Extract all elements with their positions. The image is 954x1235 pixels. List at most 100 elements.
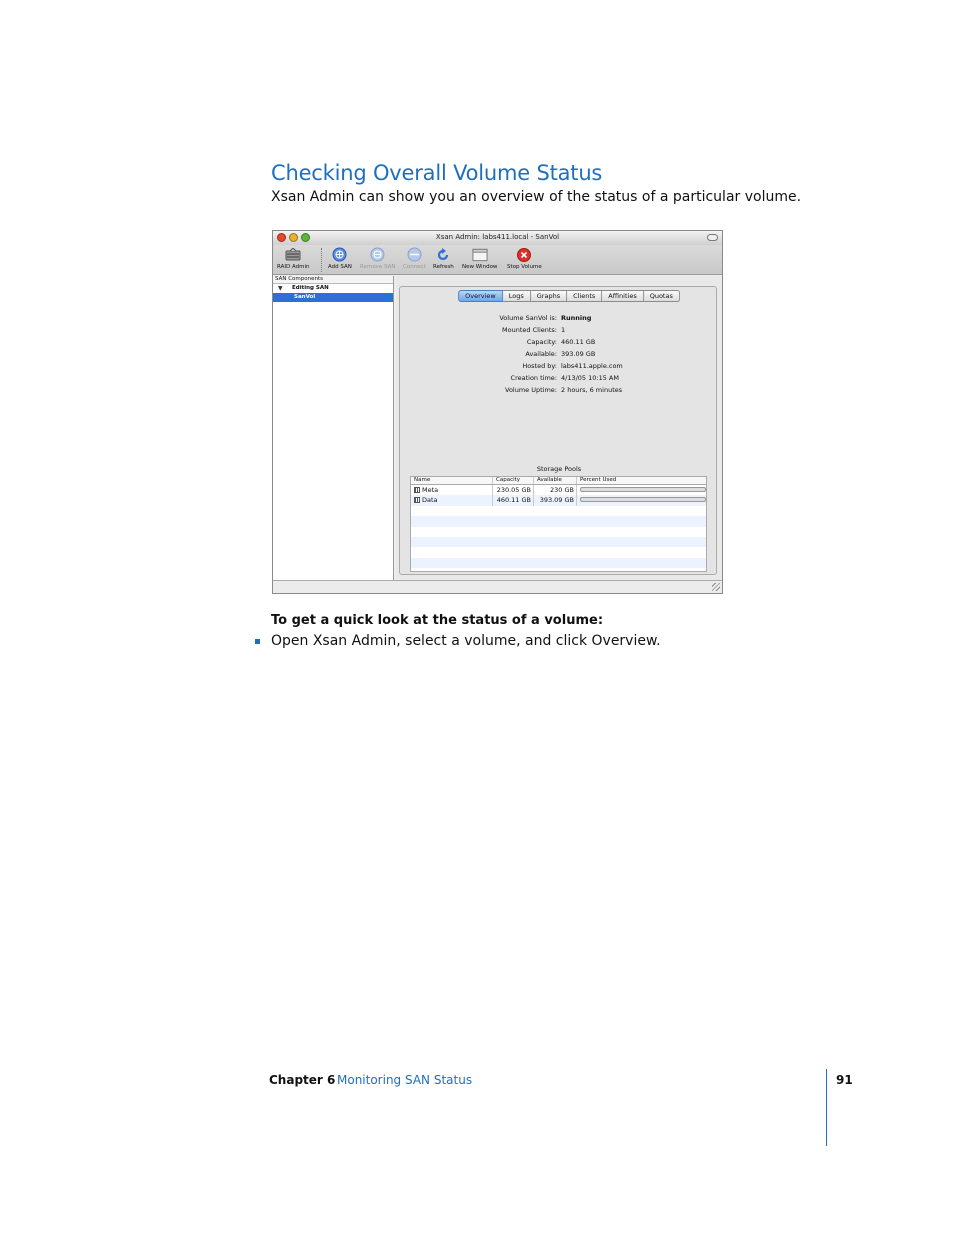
toolbar-label: Refresh — [433, 264, 454, 270]
pool-available: 230 GB — [534, 485, 577, 496]
info-key: Mounted Clients: — [502, 326, 557, 334]
pool-percent-used-cell — [577, 485, 706, 495]
toolbar-label: RAID Admin — [277, 264, 310, 270]
table-header: Name Capacity Available Percent Used — [411, 477, 706, 485]
window-statusbar — [273, 580, 722, 593]
window-titlebar[interactable]: Xsan Admin: labs411.local - SanVol — [273, 231, 722, 245]
toolbar-label: Connect — [403, 264, 426, 270]
info-row-available: Available: 393.09 GB — [400, 348, 718, 360]
san-components-sidebar: SAN Components ▼ Editing SAN SanVol — [273, 276, 394, 580]
pool-name: Data — [422, 496, 438, 505]
sidebar-item-label: SanVol — [294, 294, 316, 300]
info-row-creation-time: Creation time: 4/13/05 10:15 AM — [400, 372, 718, 384]
add-san-button[interactable]: Add SAN — [328, 247, 352, 270]
info-row-status: Volume SanVol is: Running — [400, 312, 718, 324]
info-value: 460.11 GB — [561, 338, 596, 346]
intro-text: Xsan Admin can show you an overview of t… — [271, 189, 802, 205]
toolbar-separator — [321, 248, 322, 272]
pool-capacity: 230.05 GB — [493, 485, 534, 496]
info-row-mounted-clients: Mounted Clients: 1 — [400, 324, 718, 336]
footer-divider — [826, 1069, 827, 1146]
sidebar-header: SAN Components — [273, 276, 393, 284]
raid-admin-button[interactable]: RAID Admin — [277, 247, 310, 270]
pool-name: Meta — [422, 486, 439, 494]
empty-row — [411, 557, 706, 569]
table-row[interactable]: Data 460.11 GB 393.09 GB — [411, 495, 706, 506]
column-header-percent-used[interactable]: Percent Used — [577, 477, 706, 484]
tab-view: Overview Logs Graphs Clients Affinities … — [399, 286, 717, 575]
info-value: 1 — [561, 326, 566, 334]
disclosure-triangle-icon[interactable]: ▼ — [278, 284, 283, 293]
pool-percent-used-cell — [577, 495, 706, 505]
info-row-hosted-by: Hosted by: labs411.apple.com — [400, 360, 718, 372]
storage-pools-title: Storage Pools — [536, 465, 582, 473]
storage-pool-icon — [414, 487, 420, 493]
toolbar-toggle-button[interactable] — [707, 234, 718, 241]
pool-name-cell: Meta — [411, 485, 493, 496]
toolbar-label: Remove SAN — [360, 264, 396, 270]
section-heading: Checking Overall Volume Status — [271, 161, 603, 185]
toolbar: RAID Admin Add SAN Remove SAN Connect Re… — [273, 245, 722, 275]
overview-info: Volume SanVol is: Running Mounted Client… — [400, 312, 718, 396]
main-panel: Overview Logs Graphs Clients Affinities … — [396, 276, 722, 580]
column-header-name[interactable]: Name — [411, 477, 493, 484]
stop-volume-button[interactable]: Stop Volume — [507, 247, 542, 270]
toolbar-label: Stop Volume — [507, 264, 542, 270]
info-value: 4/13/05 10:15 AM — [561, 374, 619, 382]
info-row-uptime: Volume Uptime: 2 hours, 6 minutes — [400, 384, 718, 396]
resize-grip-icon[interactable] — [712, 583, 720, 591]
tab-graphs[interactable]: Graphs — [530, 290, 568, 302]
footer-chapter: Chapter 6 — [269, 1073, 336, 1087]
info-key: Volume SanVol is: — [499, 314, 557, 322]
tab-quotas[interactable]: Quotas — [643, 290, 680, 302]
info-key: Creation time: — [510, 374, 557, 382]
info-key: Available: — [525, 350, 557, 358]
refresh-icon — [435, 247, 451, 262]
column-header-capacity[interactable]: Capacity — [493, 477, 534, 484]
empty-row — [411, 536, 706, 548]
info-value: 2 hours, 6 minutes — [561, 386, 623, 394]
page-number: 91 — [836, 1073, 853, 1087]
empty-row — [411, 547, 706, 557]
tab-affinities[interactable]: Affinities — [602, 290, 644, 302]
tab-clients[interactable]: Clients — [567, 290, 603, 302]
sidebar-group-editing-san[interactable]: ▼ Editing SAN — [273, 284, 393, 293]
xsan-admin-window: Xsan Admin: labs411.local - SanVol RAID … — [272, 230, 723, 594]
toolbar-label: New Window — [462, 264, 498, 270]
new-window-button[interactable]: New Window — [462, 247, 497, 270]
refresh-button[interactable]: Refresh — [433, 247, 454, 270]
sidebar-item-sanvol[interactable]: SanVol — [273, 293, 393, 302]
info-key: Hosted by: — [522, 362, 557, 370]
remove-san-button[interactable]: Remove SAN — [360, 247, 396, 270]
percent-used-bar — [580, 497, 706, 503]
remove-san-icon — [370, 247, 386, 262]
empty-row — [411, 527, 706, 537]
window-title: Xsan Admin: labs411.local - SanVol — [435, 233, 560, 241]
pool-capacity: 460.11 GB — [493, 495, 534, 506]
procedure-step: Open Xsan Admin, select a volume, and cl… — [255, 633, 661, 649]
connect-button[interactable]: Connect — [403, 247, 426, 270]
column-header-available[interactable]: Available — [534, 477, 577, 484]
stop-volume-icon — [516, 247, 532, 262]
tab-bar: Overview Logs Graphs Clients Affinities … — [458, 290, 680, 302]
percent-used-bar — [580, 487, 706, 492]
tab-logs[interactable]: Logs — [502, 290, 531, 302]
table-row[interactable]: Meta 230.05 GB 230 GB — [411, 485, 706, 496]
storage-pools-table: Name Capacity Available Percent Used Met… — [410, 476, 707, 572]
empty-row — [411, 516, 706, 527]
connect-icon — [406, 247, 422, 262]
info-key: Capacity: — [526, 338, 557, 346]
procedure-heading: To get a quick look at the status of a v… — [271, 613, 604, 628]
empty-row — [411, 506, 706, 516]
info-value: labs411.apple.com — [561, 362, 623, 370]
pool-name-cell: Data — [411, 495, 493, 506]
pool-available: 393.09 GB — [534, 495, 577, 506]
raid-admin-icon — [285, 247, 301, 262]
procedure-step-text: Open Xsan Admin, select a volume, and cl… — [271, 633, 661, 649]
new-window-icon — [472, 247, 488, 262]
tab-overview[interactable]: Overview — [458, 290, 503, 302]
info-key: Volume Uptime: — [505, 386, 557, 394]
sidebar-group-label: Editing SAN — [292, 285, 329, 291]
info-value: Running — [561, 314, 592, 322]
info-value: 393.09 GB — [561, 350, 596, 358]
